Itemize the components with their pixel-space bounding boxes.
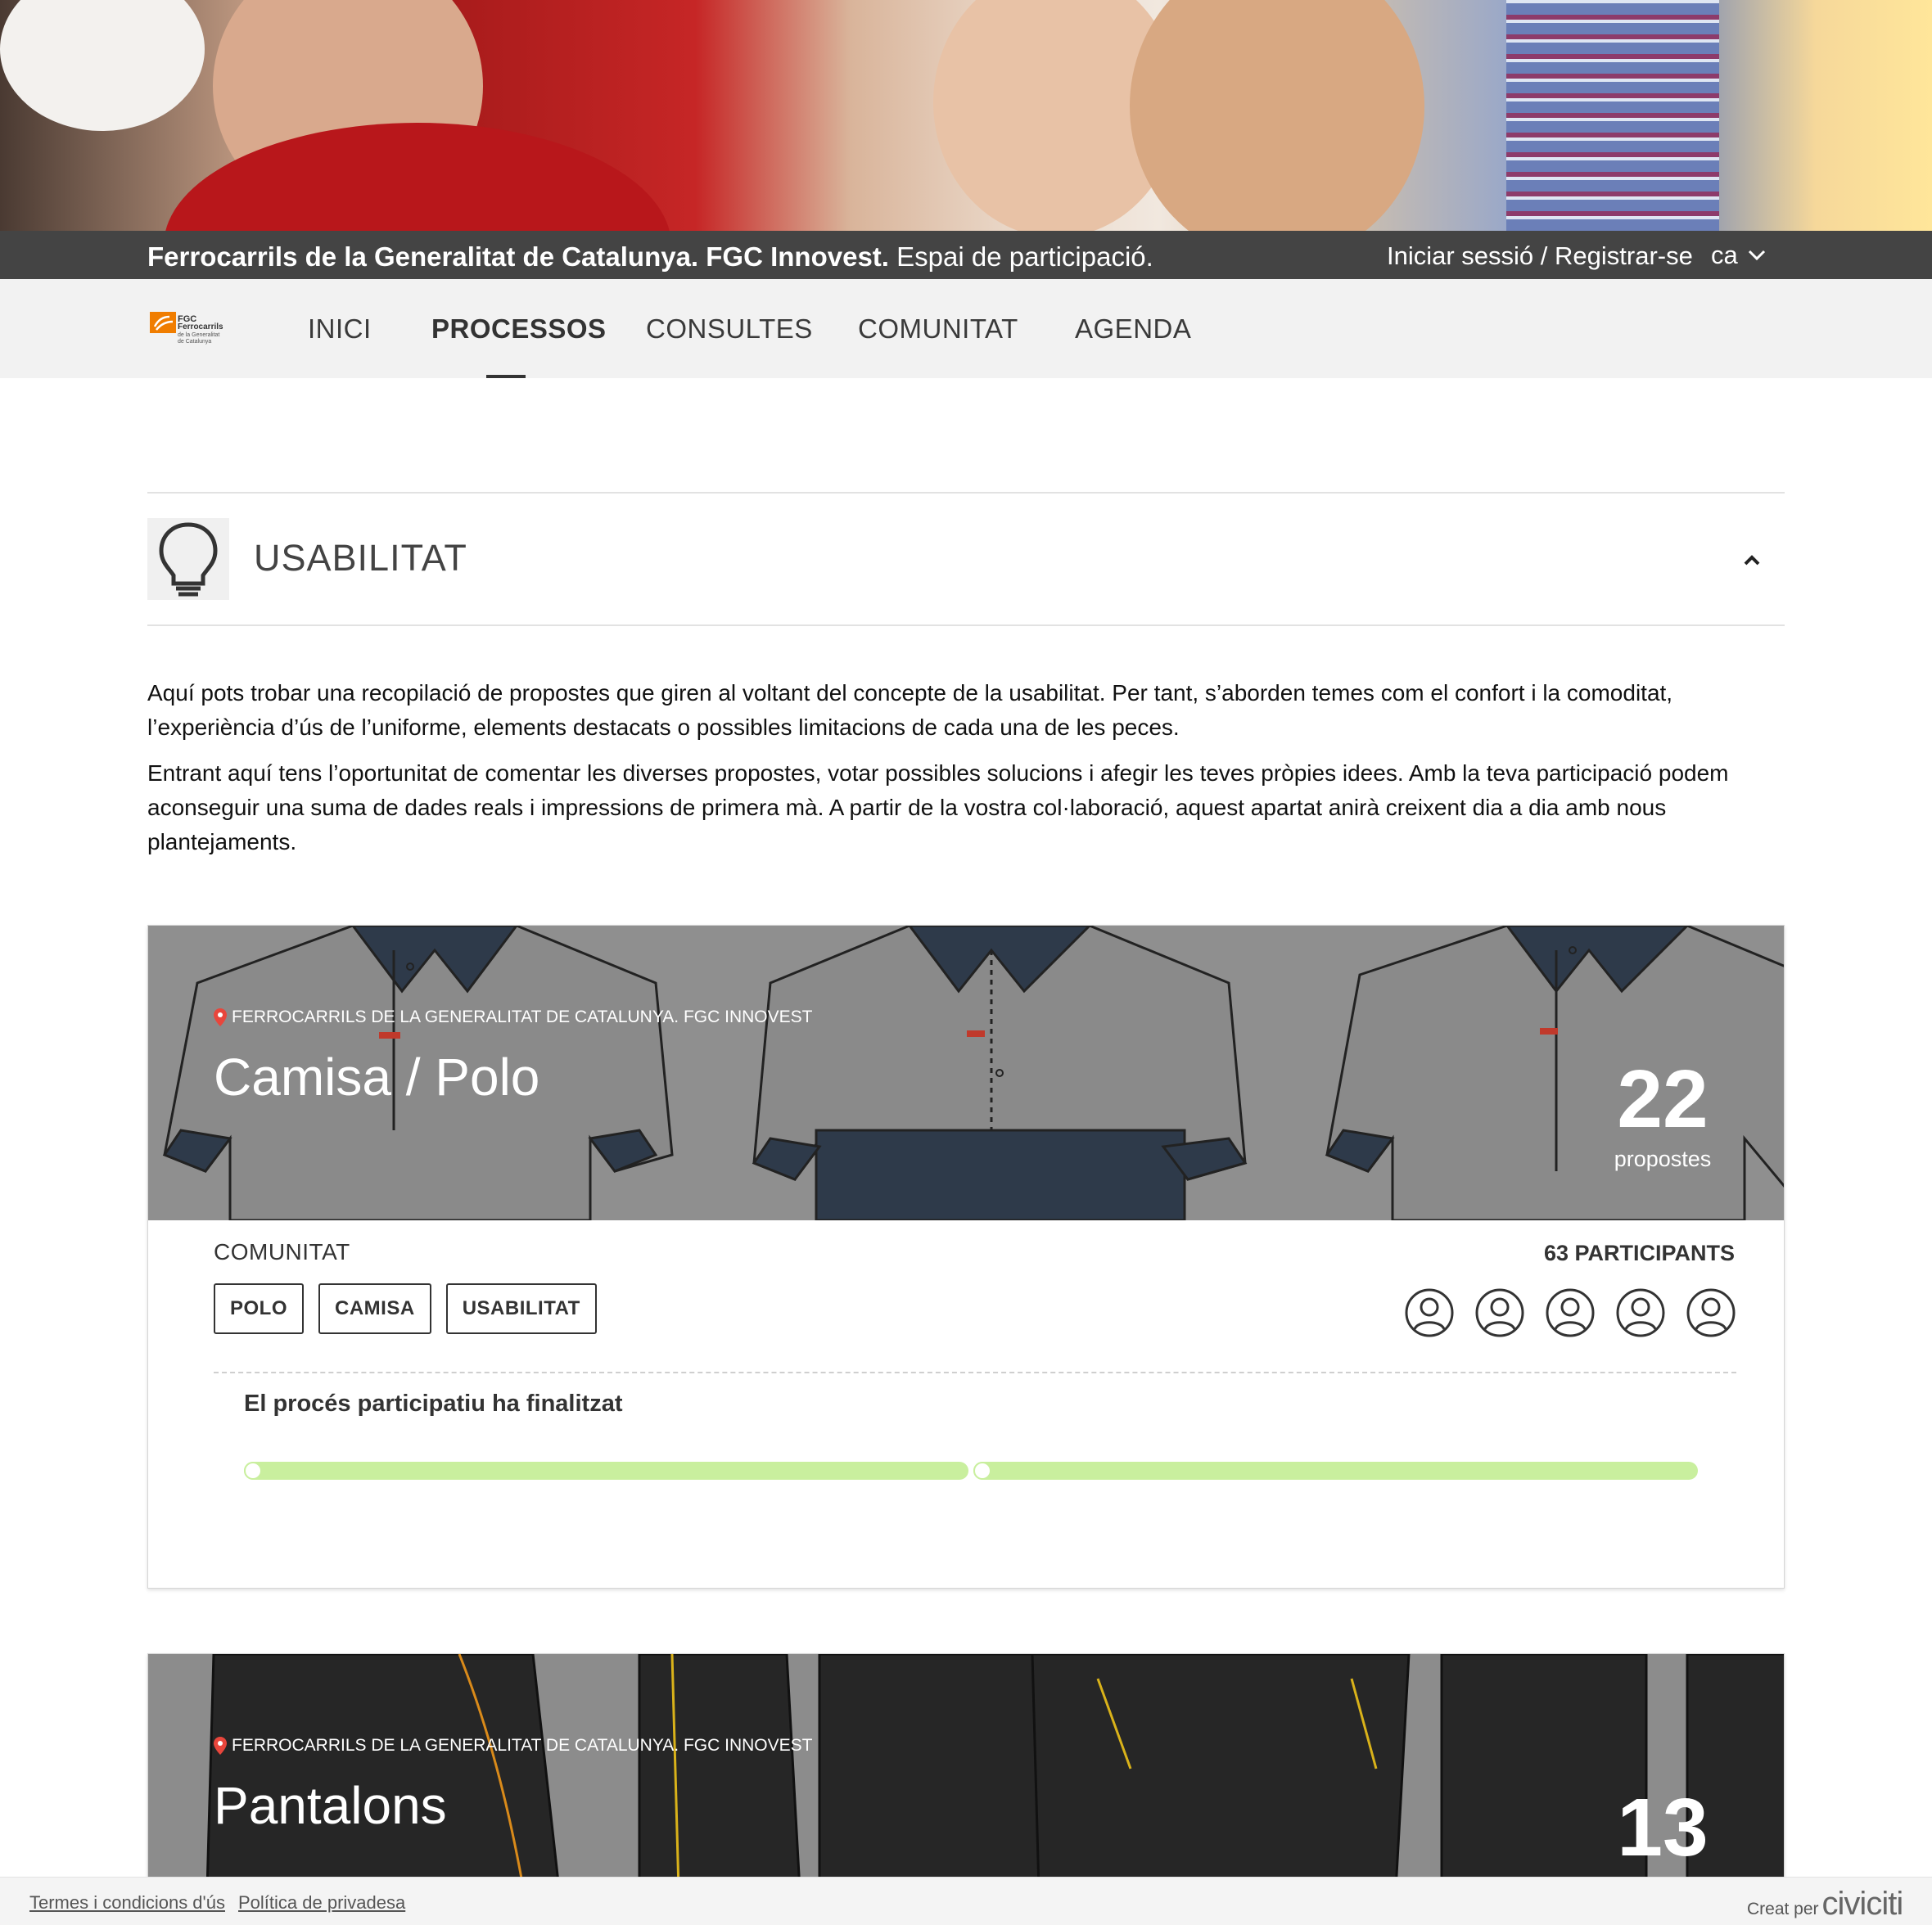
- section-description-1: Aquí pots trobar una recopilació de prop…: [147, 680, 1673, 740]
- participant-avatars: [1404, 1287, 1736, 1338]
- card-category: COMUNITAT: [214, 1239, 350, 1265]
- user-avatar-icon: [1405, 1288, 1454, 1337]
- login-register-link[interactable]: Iniciar sessió / Registrar-se: [1387, 241, 1693, 271]
- top-bar: Ferrocarrils de la Generalitat de Catalu…: [0, 231, 1932, 279]
- fgc-logo[interactable]: FGC Ferrocarrils de la Generalitat de Ca…: [150, 310, 225, 348]
- card-tags: POLO CAMISA USABILITAT: [214, 1283, 597, 1334]
- tag-usabilitat[interactable]: USABILITAT: [445, 1283, 597, 1334]
- process-card[interactable]: FERROCARRILS DE LA GENERALITAT DE CATALU…: [147, 925, 1785, 1589]
- section-description-2: Entrant aquí tens l’oportunitat de comen…: [147, 760, 1729, 854]
- lightbulb-icon: [159, 522, 218, 597]
- card-organization: FERROCARRILS DE LA GENERALITAT DE CATALU…: [214, 1008, 812, 1027]
- process-status: El procés participatiu ha finalitzat: [244, 1391, 623, 1417]
- phase-progress-bar-1: [244, 1462, 968, 1480]
- card-title[interactable]: Pantalons: [214, 1775, 447, 1836]
- card-title[interactable]: Camisa / Polo: [214, 1047, 539, 1107]
- site-brand-subtitle: Espai de participació.: [888, 241, 1153, 272]
- nav-item-agenda[interactable]: AGENDA: [1075, 313, 1191, 345]
- language-selector[interactable]: ca: [1711, 241, 1766, 270]
- logo-text-ferrocarrils: Ferrocarrils: [178, 322, 223, 331]
- participants-count: 63 PARTICIPANTS: [1543, 1241, 1735, 1265]
- credit-prefix: Creat per: [1747, 1900, 1819, 1918]
- location-pin-icon: [214, 1737, 227, 1755]
- chevron-down-icon: [1748, 250, 1765, 261]
- active-nav-indicator: [486, 375, 526, 378]
- hero-banner-image: [0, 0, 1932, 231]
- footer: Termes i condicions d'ús Política de pri…: [0, 1877, 1932, 1925]
- card-divider: [214, 1372, 1736, 1373]
- card-image: FERROCARRILS DE LA GENERALITAT DE CATALU…: [148, 926, 1784, 1220]
- civiciti-credit[interactable]: Creat per civiciti: [1747, 1886, 1903, 1923]
- logo-text-generalitat: de la Generalitat: [178, 332, 220, 338]
- collapse-chevron-up-icon[interactable]: [1740, 548, 1763, 571]
- nav-item-inici[interactable]: INICI: [308, 313, 372, 345]
- proposals-count-label: propostes: [1614, 1147, 1712, 1171]
- user-avatar-icon: [1475, 1288, 1524, 1337]
- card-organization-text: FERROCARRILS DE LA GENERALITAT DE CATALU…: [232, 1008, 813, 1026]
- section-divider-top: [147, 492, 1785, 494]
- card-organization: FERROCARRILS DE LA GENERALITAT DE CATALU…: [214, 1736, 812, 1756]
- privacy-link[interactable]: Política de privadesa: [238, 1892, 405, 1914]
- site-brand[interactable]: Ferrocarrils de la Generalitat de Catalu…: [147, 241, 1153, 273]
- nav-item-processos[interactable]: PROCESSOS: [431, 313, 607, 345]
- user-avatar-icon: [1616, 1288, 1665, 1337]
- main-navigation: FGC Ferrocarrils de la Generalitat de Ca…: [0, 279, 1932, 378]
- user-avatar-icon: [1686, 1288, 1736, 1337]
- language-value: ca: [1711, 241, 1738, 269]
- phase-progress-bar-2: [973, 1462, 1698, 1480]
- location-pin-icon: [214, 1008, 227, 1026]
- site-brand-bold: Ferrocarrils de la Generalitat de Catalu…: [147, 241, 889, 272]
- terms-link[interactable]: Termes i condicions d'ús: [29, 1892, 225, 1914]
- proposals-count: 13: [1617, 1782, 1709, 1873]
- section-divider-bottom: [147, 624, 1785, 626]
- civiciti-logo: civiciti: [1821, 1886, 1904, 1922]
- nav-item-comunitat[interactable]: COMUNITAT: [858, 313, 1018, 345]
- card-organization-text: FERROCARRILS DE LA GENERALITAT DE CATALU…: [232, 1736, 813, 1755]
- tag-polo[interactable]: POLO: [214, 1283, 305, 1334]
- section-title: USABILITAT: [254, 537, 467, 579]
- logo-text-catalunya: de Catalunya: [178, 339, 212, 345]
- proposals-count: 22: [1617, 1053, 1709, 1145]
- nav-item-consultes[interactable]: CONSULTES: [646, 313, 813, 345]
- user-avatar-icon: [1546, 1288, 1595, 1337]
- tag-camisa[interactable]: CAMISA: [318, 1283, 431, 1334]
- section-icon-box: [147, 518, 229, 600]
